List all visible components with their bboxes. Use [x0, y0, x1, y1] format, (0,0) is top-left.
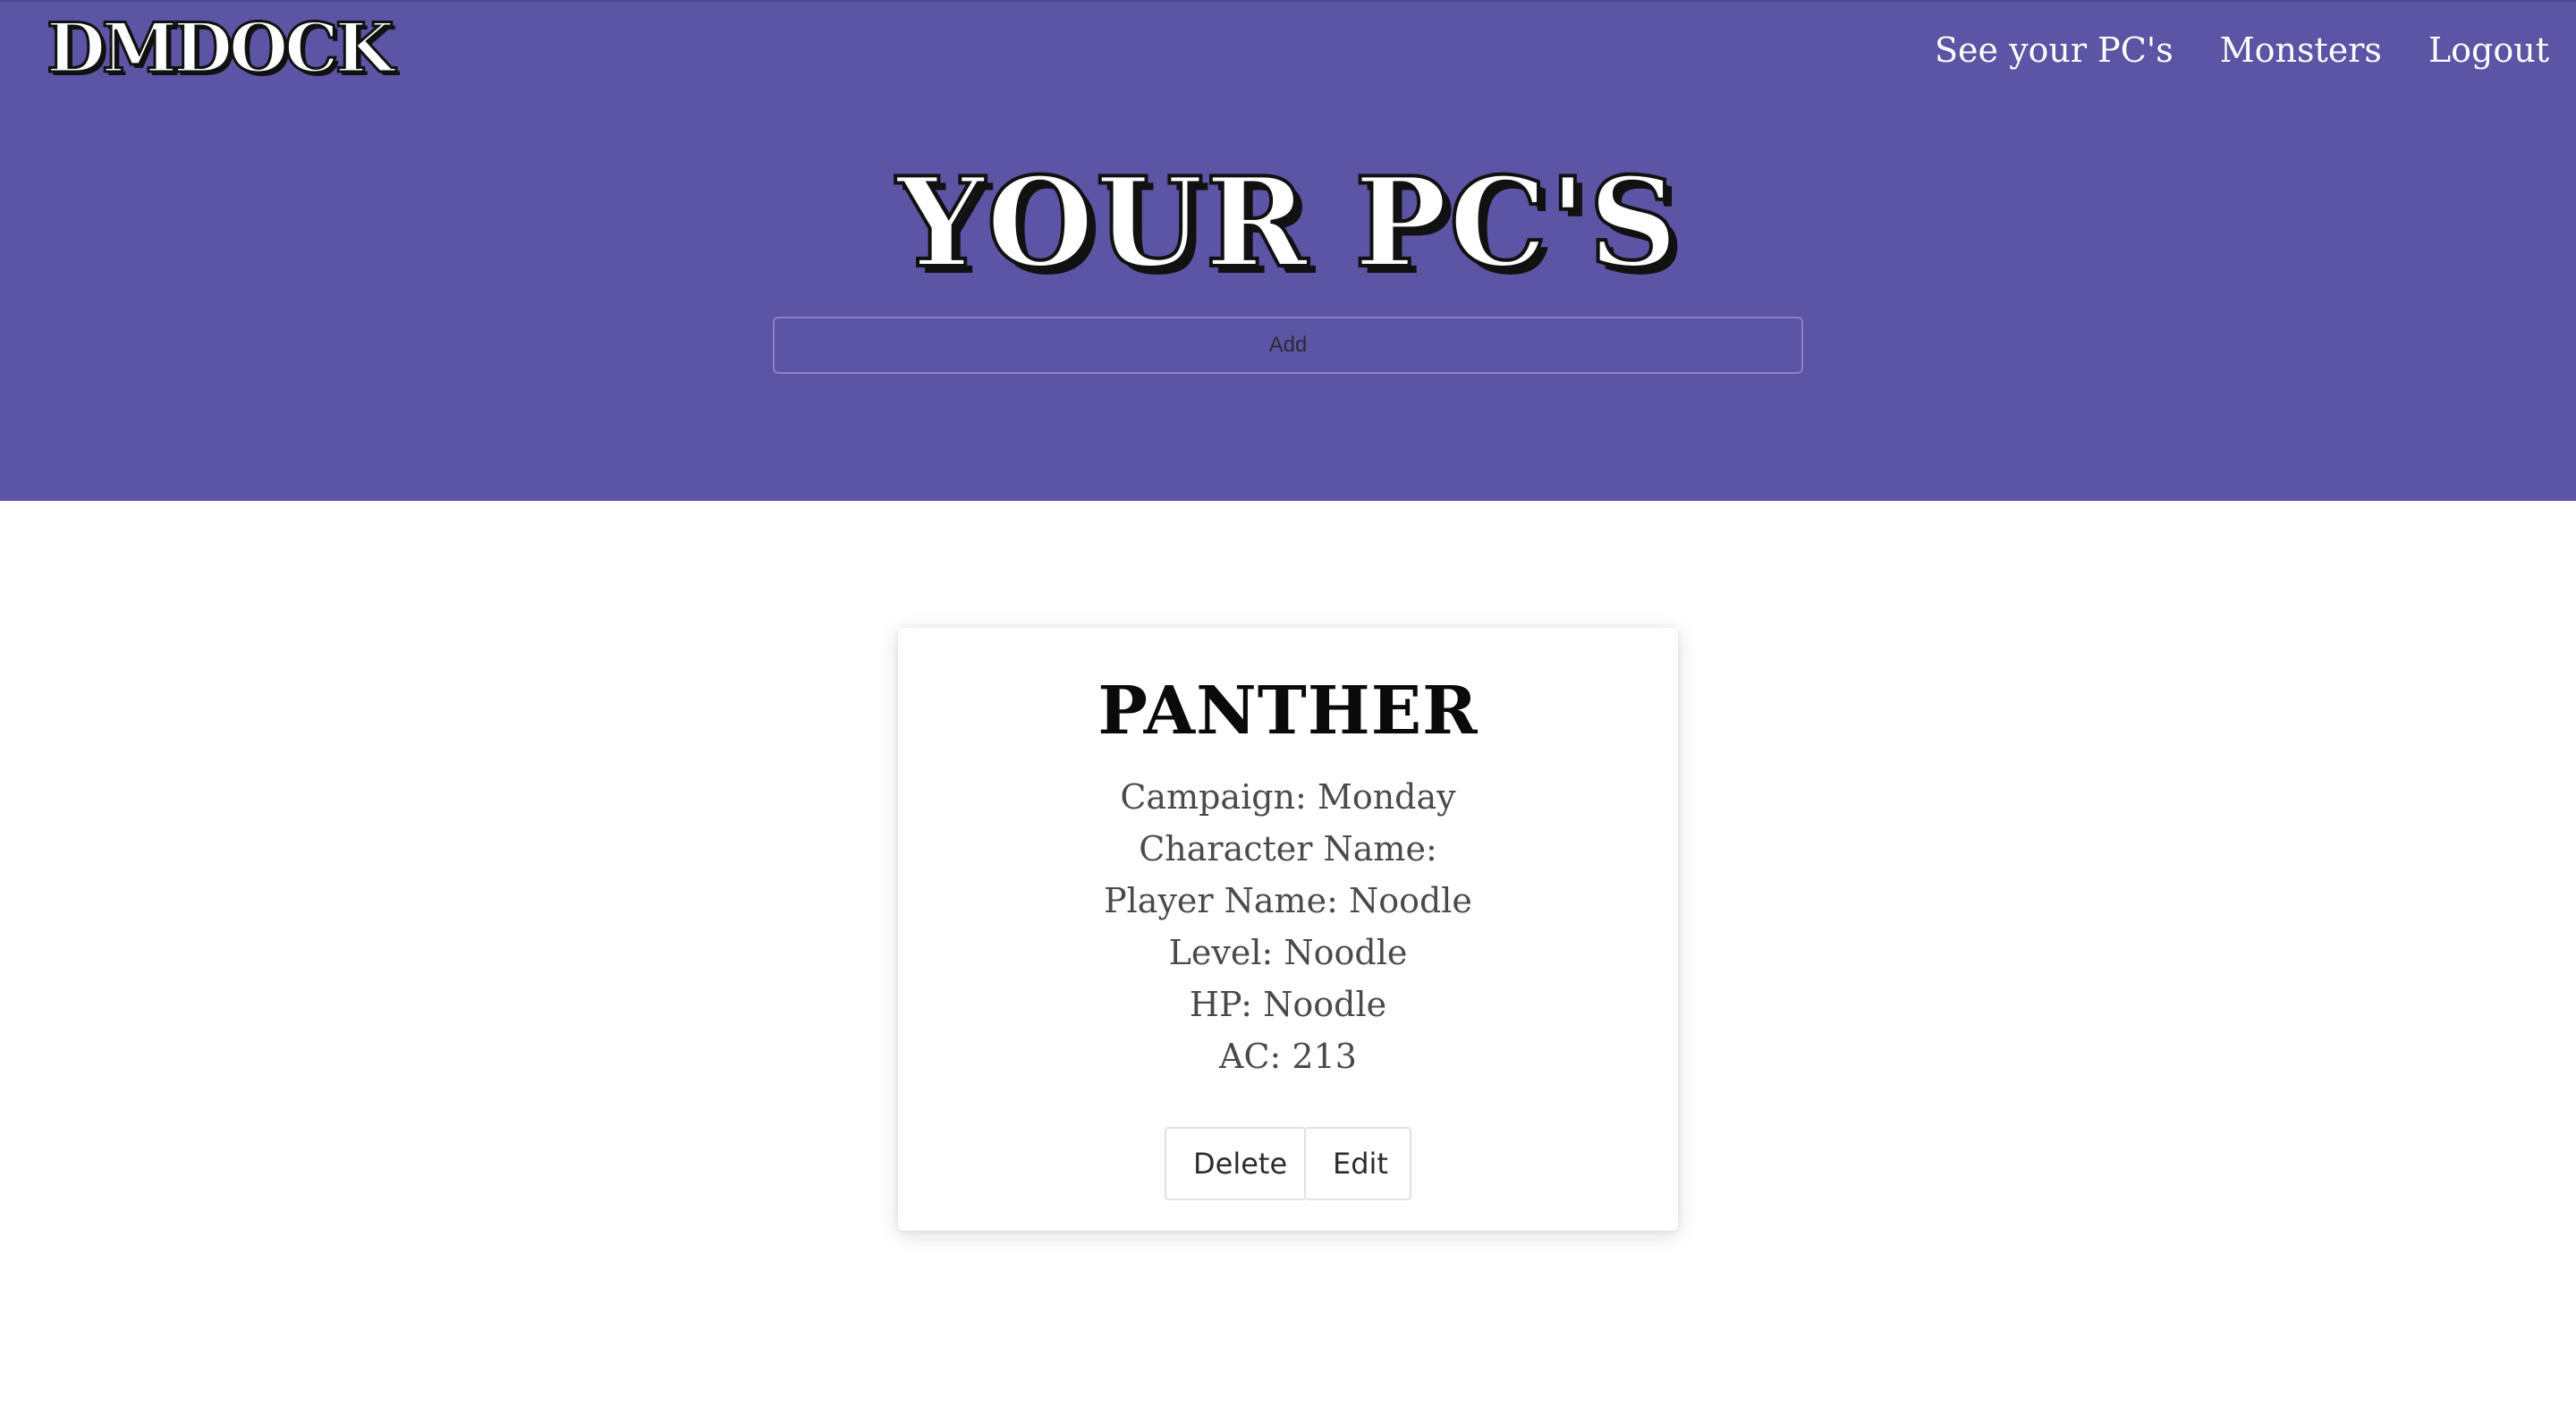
- top-nav: See your PC's Monsters Logout: [1935, 29, 2549, 72]
- delete-button[interactable]: Delete: [1165, 1127, 1306, 1200]
- pc-card-actions: Delete Edit: [898, 1127, 1678, 1200]
- detail-campaign: Campaign: Monday: [1120, 777, 1456, 817]
- detail-hp: HP: Noodle: [1189, 985, 1387, 1024]
- page-title: YOUR PC'S: [894, 149, 1680, 295]
- nav-link-logout[interactable]: Logout: [2428, 29, 2549, 72]
- detail-level: Level: Noodle: [1168, 933, 1408, 972]
- detail-character-name: Character Name:: [1139, 829, 1437, 868]
- pc-details: Campaign: Monday Character Name: Player …: [898, 771, 1678, 1082]
- pc-card: PANTHER Campaign: Monday Character Name:…: [898, 628, 1678, 1231]
- detail-ac: AC: 213: [1219, 1037, 1357, 1076]
- site-logo[interactable]: DMDOCK: [46, 13, 396, 83]
- header-banner: DMDOCK See your PC's Monsters Logout YOU…: [0, 0, 2576, 501]
- add-pc-button[interactable]: Add: [773, 317, 1803, 374]
- detail-player-name: Player Name: Noodle: [1104, 881, 1472, 920]
- pc-card-title: PANTHER: [1097, 673, 1479, 750]
- nav-link-see-your-pcs[interactable]: See your PC's: [1935, 29, 2174, 72]
- nav-link-monsters[interactable]: Monsters: [2220, 29, 2382, 72]
- edit-button[interactable]: Edit: [1304, 1127, 1411, 1200]
